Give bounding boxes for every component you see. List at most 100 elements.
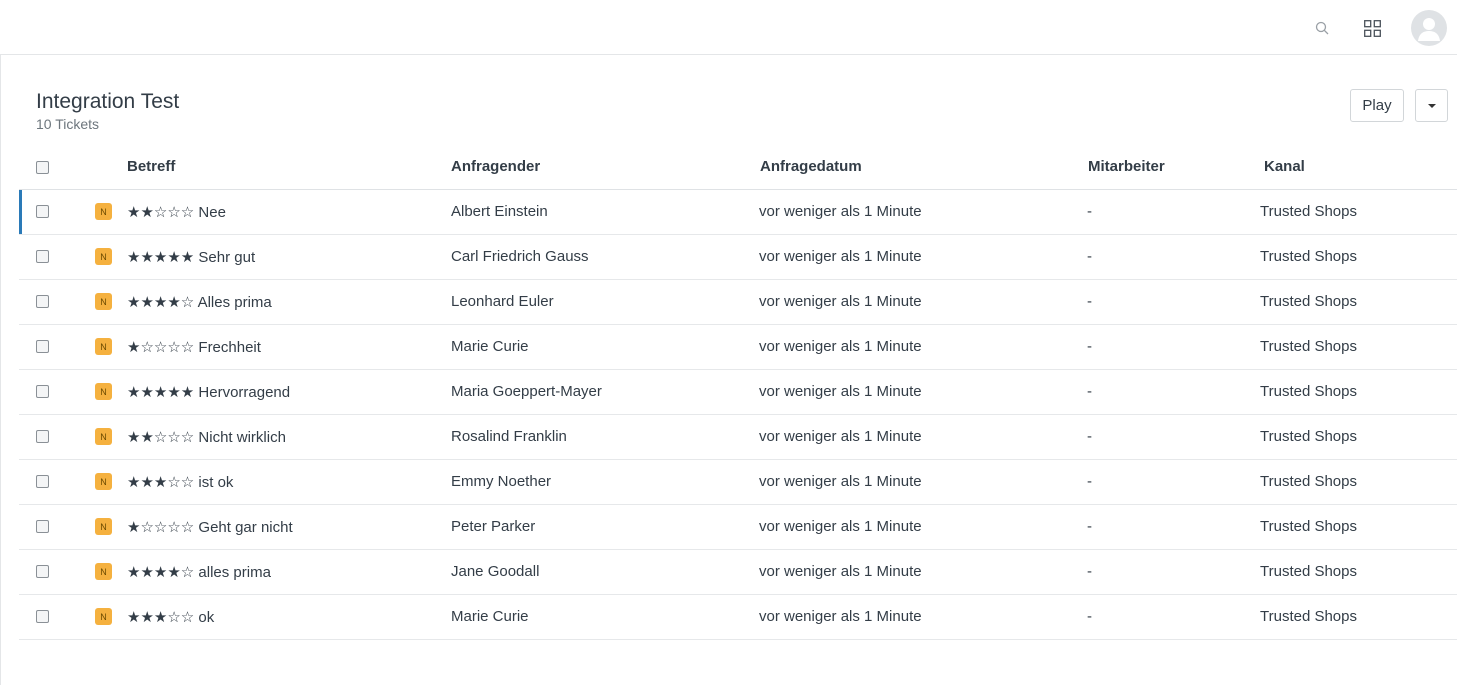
ticket-date: vor weniger als 1 Minute <box>759 293 922 310</box>
status-badge: N <box>95 473 112 490</box>
ticket-subject[interactable]: ★★☆☆☆ Nicht wirklich <box>127 428 286 446</box>
user-icon <box>1418 18 1440 41</box>
table-row[interactable]: N ★☆☆☆☆ Frechheit Marie Curie vor weniger a… <box>19 325 1457 370</box>
ticket-subject[interactable]: ★★★★★ Hervorragend <box>127 383 290 401</box>
avatar[interactable] <box>1411 10 1447 46</box>
main-content: Integration Test 10 Tickets Play Betreff… <box>0 55 1457 685</box>
status-badge: N <box>95 338 112 355</box>
ticket-count: 10 Tickets <box>36 116 100 132</box>
ticket-requester: Marie Curie <box>451 338 529 355</box>
row-checkbox[interactable] <box>36 250 49 263</box>
row-checkbox[interactable] <box>36 385 49 398</box>
ticket-channel: Trusted Shops <box>1260 563 1357 580</box>
ticket-staff: - <box>1087 338 1092 355</box>
table-row[interactable]: N ★★★★☆ alles prima Jane Goodall vor wenige… <box>19 550 1457 595</box>
table-header: Betreff Anfragender Anfragedatum Mitarbe… <box>19 145 1457 190</box>
column-header-staff[interactable]: Mitarbeiter <box>1088 158 1165 175</box>
table-row[interactable]: N ★★★★★ Hervorragend Maria Goeppert-Mayer v… <box>19 370 1457 415</box>
ticket-requester: Albert Einstein <box>451 203 548 220</box>
status-badge: N <box>95 248 112 265</box>
ticket-channel: Trusted Shops <box>1260 248 1357 265</box>
ticket-date: vor weniger als 1 Minute <box>759 473 922 490</box>
ticket-requester: Emmy Noether <box>451 473 552 490</box>
ticket-staff: - <box>1087 428 1092 445</box>
ticket-staff: - <box>1087 293 1092 310</box>
column-header-requester[interactable]: Anfragender <box>451 158 540 175</box>
status-badge: N <box>95 563 112 580</box>
column-header-channel[interactable]: Kanal <box>1264 158 1305 175</box>
ticket-date: vor weniger als 1 Minute <box>759 338 922 355</box>
play-button[interactable]: Play <box>1350 89 1404 122</box>
ticket-staff: - <box>1087 563 1092 580</box>
ticket-channel: Trusted Shops <box>1260 203 1357 220</box>
ticket-date: vor weniger als 1 Minute <box>759 608 922 625</box>
ticket-staff: - <box>1087 203 1092 220</box>
ticket-staff: - <box>1087 383 1092 400</box>
search-icon[interactable] <box>1304 10 1340 46</box>
ticket-staff: - <box>1087 608 1092 625</box>
ticket-subject[interactable]: ★☆☆☆☆ Frechheit <box>127 338 261 356</box>
ticket-subject[interactable]: ★★★★☆ alles prima <box>127 563 271 581</box>
ticket-date: vor weniger als 1 Minute <box>759 428 922 445</box>
ticket-subject[interactable]: ★★★★☆ Alles prima <box>127 293 272 311</box>
status-badge: N <box>95 518 112 535</box>
row-checkbox[interactable] <box>36 520 49 533</box>
status-badge: N <box>95 608 112 625</box>
table-row[interactable]: N ★★★☆☆ ist ok Emmy Noether vor weniger als… <box>19 460 1457 505</box>
ticket-subject[interactable]: ★☆☆☆☆ Geht gar nicht <box>127 518 293 536</box>
ticket-requester: Carl Friedrich Gauss <box>451 248 589 265</box>
status-badge: N <box>95 293 112 310</box>
row-checkbox[interactable] <box>36 340 49 353</box>
ticket-subject[interactable]: ★★★★★ Sehr gut <box>127 248 255 266</box>
ticket-requester: Maria Goeppert-Mayer <box>451 383 602 400</box>
row-checkbox[interactable] <box>36 610 49 623</box>
ticket-staff: - <box>1087 518 1092 535</box>
ticket-requester: Rosalind Franklin <box>451 428 567 445</box>
ticket-subject[interactable]: ★★★☆☆ ok <box>127 608 214 626</box>
grid-icon[interactable] <box>1354 10 1390 46</box>
table-row[interactable]: N ★★★☆☆ ok Marie Curie vor weniger als 1 Mi… <box>19 595 1457 640</box>
ticket-channel: Trusted Shops <box>1260 293 1357 310</box>
page-title: Integration Test <box>36 90 180 113</box>
ticket-table: Betreff Anfragender Anfragedatum Mitarbe… <box>19 145 1457 640</box>
status-badge: N <box>95 383 112 400</box>
select-all-checkbox[interactable] <box>36 161 49 174</box>
row-checkbox[interactable] <box>36 430 49 443</box>
ticket-channel: Trusted Shops <box>1260 608 1357 625</box>
ticket-requester: Marie Curie <box>451 608 529 625</box>
ticket-requester: Leonhard Euler <box>451 293 554 310</box>
table-row[interactable]: N ★★☆☆☆ Nicht wirklich Rosalind Franklin vo… <box>19 415 1457 460</box>
row-checkbox[interactable] <box>36 205 49 218</box>
ticket-channel: Trusted Shops <box>1260 338 1357 355</box>
table-row[interactable]: N ★☆☆☆☆ Geht gar nicht Peter Parker vor wen… <box>19 505 1457 550</box>
table-row[interactable]: N ★★☆☆☆ Nee Albert Einstein vor weniger als… <box>19 190 1457 235</box>
ticket-date: vor weniger als 1 Minute <box>759 248 922 265</box>
ticket-staff: - <box>1087 473 1092 490</box>
ticket-date: vor weniger als 1 Minute <box>759 383 922 400</box>
ticket-channel: Trusted Shops <box>1260 383 1357 400</box>
row-checkbox[interactable] <box>36 475 49 488</box>
ticket-channel: Trusted Shops <box>1260 473 1357 490</box>
ticket-channel: Trusted Shops <box>1260 428 1357 445</box>
status-badge: N <box>95 428 112 445</box>
ticket-date: vor weniger als 1 Minute <box>759 203 922 220</box>
top-bar <box>0 0 1457 55</box>
ticket-subject[interactable]: ★★☆☆☆ Nee <box>127 203 226 221</box>
caret-down-icon <box>1427 103 1436 108</box>
row-checkbox[interactable] <box>36 565 49 578</box>
ticket-requester: Peter Parker <box>451 518 536 535</box>
ticket-date: vor weniger als 1 Minute <box>759 518 922 535</box>
ticket-subject[interactable]: ★★★☆☆ ist ok <box>127 473 233 491</box>
table-body: N ★★☆☆☆ Nee Albert Einstein vor weniger als… <box>19 190 1457 640</box>
column-header-subject[interactable]: Betreff <box>127 158 175 175</box>
row-checkbox[interactable] <box>36 295 49 308</box>
column-header-date[interactable]: Anfragedatum <box>760 158 862 175</box>
status-badge: N <box>95 203 112 220</box>
ticket-channel: Trusted Shops <box>1260 518 1357 535</box>
table-row[interactable]: N ★★★★★ Sehr gut Carl Friedrich Gauss vor w… <box>19 235 1457 280</box>
ticket-date: vor weniger als 1 Minute <box>759 563 922 580</box>
ticket-requester: Jane Goodall <box>451 563 540 580</box>
table-row[interactable]: N ★★★★☆ Alles prima Leonhard Euler vor weni… <box>19 280 1457 325</box>
more-options-button[interactable] <box>1415 89 1448 122</box>
ticket-staff: - <box>1087 248 1092 265</box>
